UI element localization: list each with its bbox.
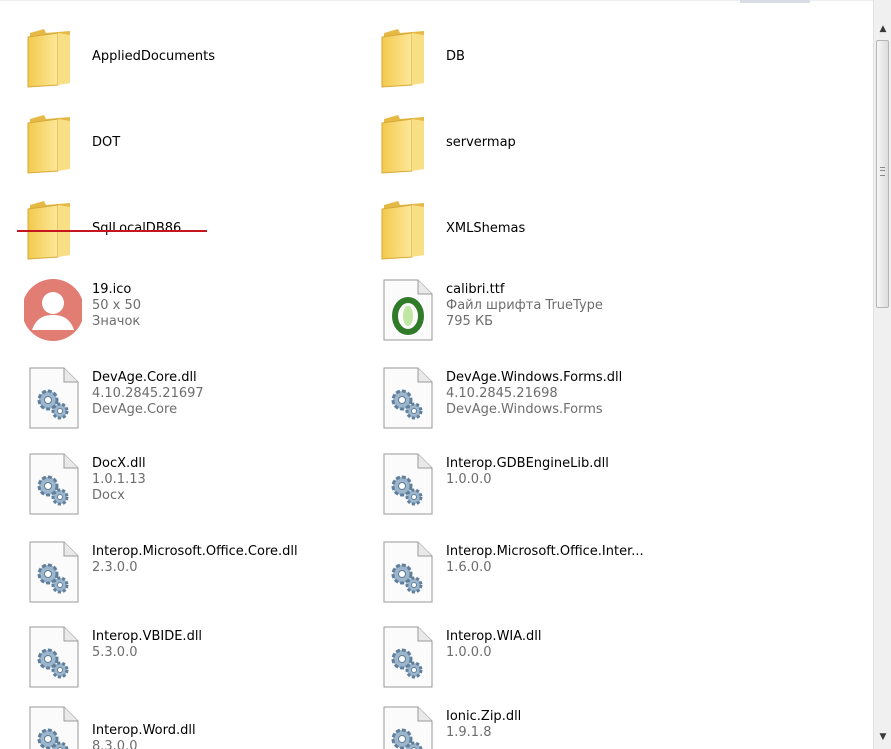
vertical-scrollbar[interactable]: ▲ ▼ bbox=[873, 0, 891, 749]
item-version: 2.3.0.0 bbox=[92, 560, 138, 575]
item-name: DOT bbox=[92, 135, 121, 150]
file-item[interactable]: Interop.Microsoft.Office.Core.dll 2.3.0.… bbox=[6, 540, 356, 620]
file-item[interactable]: DevAge.Windows.Forms.dll 4.10.2845.21698… bbox=[360, 366, 710, 446]
item-version: 1.6.0.0 bbox=[446, 560, 492, 575]
folder-icon bbox=[378, 111, 436, 175]
item-name: 19.ico bbox=[92, 282, 132, 297]
item-version: 8.3.0.0 bbox=[92, 739, 138, 749]
dll-file-icon bbox=[378, 625, 436, 689]
item-name: Ionic.Zip.dll bbox=[446, 709, 522, 724]
item-version: 1.0.0.0 bbox=[446, 472, 492, 487]
dll-file-icon bbox=[24, 452, 82, 516]
item-name: Interop.Microsoft.Office.Core.dll bbox=[92, 544, 298, 559]
file-list-view[interactable]: AppliedDocuments DB DOT servermap SqlLoc… bbox=[0, 0, 873, 749]
item-description: Docx bbox=[92, 488, 125, 503]
folder-icon bbox=[378, 197, 436, 261]
file-item[interactable]: DocX.dll 1.0.1.13 Docx bbox=[6, 452, 356, 532]
selection-underline bbox=[17, 230, 207, 232]
file-item[interactable]: Interop.WIA.dll 1.0.0.0 bbox=[360, 625, 710, 705]
file-item[interactable]: DevAge.Core.dll 4.10.2845.21697 DevAge.C… bbox=[6, 366, 356, 446]
item-name: Interop.GDBEngineLib.dll bbox=[446, 456, 609, 471]
item-name: servermap bbox=[446, 135, 516, 150]
file-item[interactable]: Ionic.Zip.dll 1.9.1.8 bbox=[360, 705, 710, 749]
item-version: 1.0.0.0 bbox=[446, 645, 492, 660]
dll-file-icon bbox=[24, 705, 82, 749]
folder-icon bbox=[378, 25, 436, 89]
dll-file-icon bbox=[378, 705, 436, 749]
folder-icon bbox=[24, 25, 82, 89]
folder-item[interactable]: AppliedDocuments bbox=[6, 25, 356, 105]
item-version: 1.0.1.13 bbox=[92, 472, 146, 487]
item-name: Interop.Word.dll bbox=[92, 723, 196, 738]
item-name: AppliedDocuments bbox=[92, 49, 215, 64]
font-file-icon bbox=[378, 278, 436, 342]
file-item[interactable]: 19.ico 50 x 50 Значок bbox=[6, 278, 356, 358]
item-description: DevAge.Windows.Forms bbox=[446, 402, 603, 417]
dll-file-icon bbox=[24, 540, 82, 604]
folder-item[interactable]: DOT bbox=[6, 111, 356, 191]
item-name: DevAge.Core.dll bbox=[92, 370, 197, 385]
folder-icon bbox=[24, 111, 82, 175]
file-item[interactable]: calibri.ttf Файл шрифта TrueType 795 КБ bbox=[360, 278, 710, 358]
item-name: SqlLocalDB86 bbox=[92, 221, 182, 236]
file-item[interactable]: Interop.GDBEngineLib.dll 1.0.0.0 bbox=[360, 452, 710, 532]
item-name: DB bbox=[446, 49, 465, 64]
item-name: Interop.VBIDE.dll bbox=[92, 629, 203, 644]
folder-item[interactable]: SqlLocalDB86 bbox=[6, 197, 356, 277]
item-version: 5.3.0.0 bbox=[92, 645, 138, 660]
file-item[interactable]: Interop.Word.dll 8.3.0.0 bbox=[6, 705, 356, 749]
item-name: DocX.dll bbox=[92, 456, 146, 471]
file-item[interactable]: Interop.Microsoft.Office.Inter... 1.6.0.… bbox=[360, 540, 710, 620]
item-name: DevAge.Windows.Forms.dll bbox=[446, 370, 623, 385]
item-version: 1.9.1.8 bbox=[446, 725, 492, 740]
item-version: 4.10.2845.21697 bbox=[92, 386, 204, 401]
item-detail: 50 x 50 bbox=[92, 298, 142, 313]
scroll-up-arrow-icon[interactable]: ▲ bbox=[875, 20, 891, 37]
item-description: DevAge.Core bbox=[92, 402, 178, 417]
file-item[interactable]: Interop.VBIDE.dll 5.3.0.0 bbox=[6, 625, 356, 705]
scrollbar-grip-icon bbox=[880, 167, 885, 176]
scrollbar-thumb[interactable] bbox=[876, 40, 889, 308]
folder-item[interactable]: servermap bbox=[360, 111, 710, 191]
folder-item[interactable]: XMLShemas bbox=[360, 197, 710, 277]
scroll-down-arrow-icon[interactable]: ▼ bbox=[875, 728, 891, 745]
item-name: calibri.ttf bbox=[446, 282, 505, 297]
dll-file-icon bbox=[378, 452, 436, 516]
item-type: Значок bbox=[92, 314, 141, 329]
header-edge bbox=[740, 0, 810, 3]
item-version: 4.10.2845.21698 bbox=[446, 386, 558, 401]
user-avatar-icon bbox=[22, 278, 84, 342]
item-detail: Файл шрифта TrueType bbox=[446, 298, 603, 313]
dll-file-icon bbox=[24, 366, 82, 430]
folder-icon bbox=[24, 197, 82, 261]
dll-file-icon bbox=[24, 625, 82, 689]
folder-item[interactable]: DB bbox=[360, 25, 710, 105]
dll-file-icon bbox=[378, 366, 436, 430]
dll-file-icon bbox=[378, 540, 436, 604]
item-name: XMLShemas bbox=[446, 221, 526, 236]
item-name: Interop.WIA.dll bbox=[446, 629, 542, 644]
item-name: Interop.Microsoft.Office.Inter... bbox=[446, 544, 644, 559]
item-size: 795 КБ bbox=[446, 314, 494, 329]
